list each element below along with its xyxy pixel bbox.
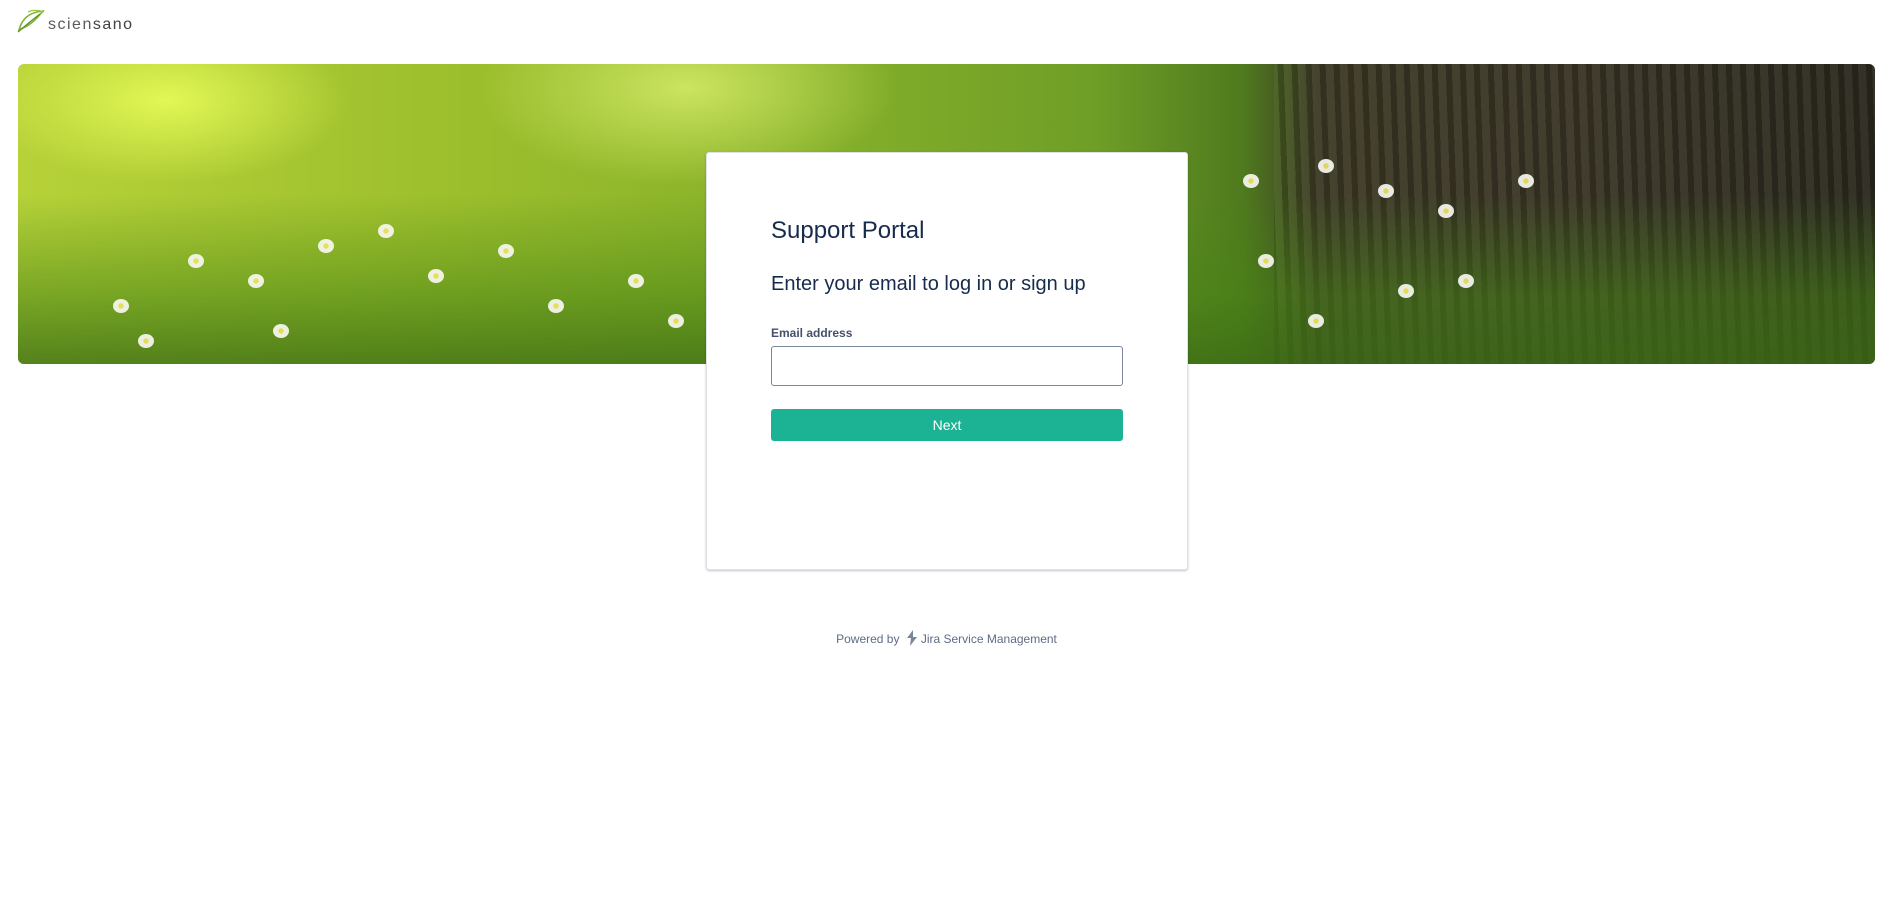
banner-flower [248,274,264,288]
banner-flower [548,299,564,313]
banner-flower [318,239,334,253]
banner-flower [273,324,289,338]
banner-flower [668,314,684,328]
banner-flower [1398,284,1414,298]
banner-flower [1258,254,1274,268]
email-label: Email address [771,326,853,340]
banner-flower [1318,159,1334,173]
banner-flower [1308,314,1324,328]
banner-flower [498,244,514,258]
sciensano-leaf-icon [17,9,45,33]
banner-flower [1378,184,1394,198]
banner-flower [428,269,444,283]
page-title: Support Portal [771,217,925,244]
logo-text-sano: sano [92,16,134,33]
jira-service-management-icon [906,630,917,646]
next-button[interactable]: Next [771,409,1123,441]
banner-flower [188,254,204,268]
powered-by-label: Powered by [836,632,900,646]
site-header: sciensano [16,6,134,36]
banner-flower [378,224,394,238]
banner-flower [1243,174,1259,188]
sciensano-logo-text[interactable]: sciensano [48,16,134,34]
banner-flower [1458,274,1474,288]
banner-flower [628,274,644,288]
login-instructions: Enter your email to log in or sign up [771,273,1086,295]
powered-by-footer: Powered by Jira Service Management [0,630,1893,646]
logo-text-scien: scien [48,16,93,33]
banner-flower [113,299,129,313]
banner-flower [1438,204,1454,218]
banner-flower [1518,174,1534,188]
jira-service-management-link[interactable]: Jira Service Management [921,632,1057,646]
email-field[interactable] [771,346,1123,386]
login-card: Support Portal Enter your email to log i… [706,152,1188,570]
banner-flower [138,334,154,348]
